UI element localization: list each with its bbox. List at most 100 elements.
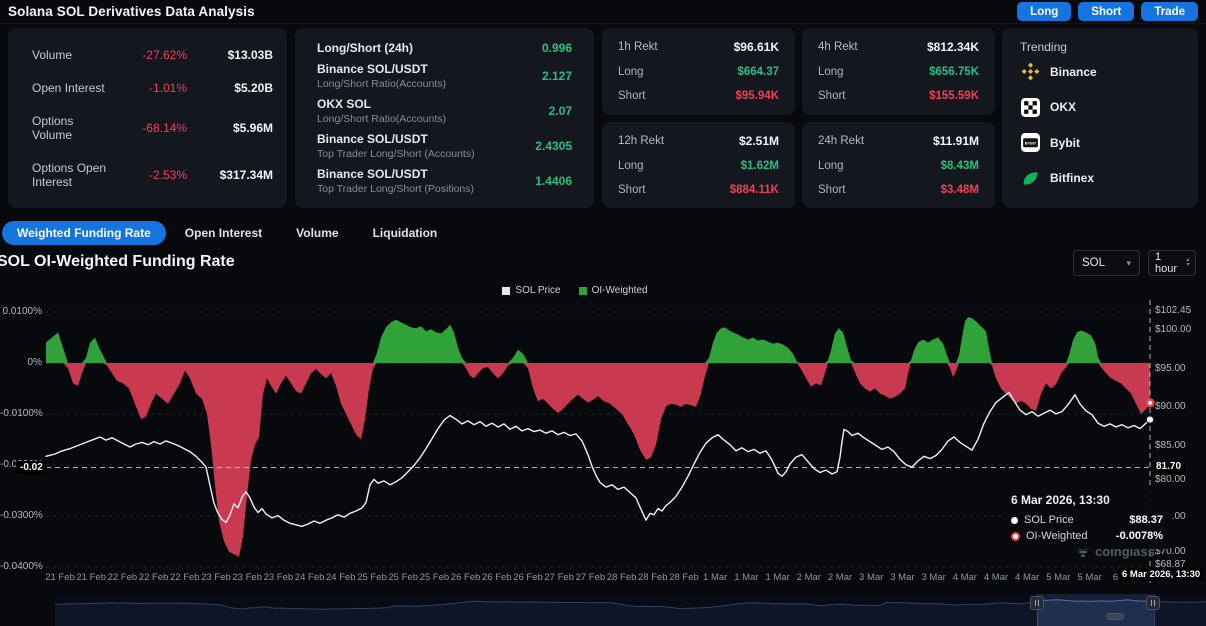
tab-weighted-funding-rate[interactable]: Weighted Funding Rate [2, 221, 166, 245]
stats-row: Volume-27.62%$13.03B [32, 48, 273, 62]
rekt-short-label: Short [818, 184, 941, 196]
rekt-short-value: $95.94K [736, 90, 779, 102]
legend-item-sol-price[interactable]: SOL Price [502, 285, 560, 296]
long-short-value: 0.996 [542, 41, 572, 55]
x-axis-tick: 28 Feb [638, 572, 668, 583]
x-axis-tick: 2 Mar [797, 572, 821, 583]
rekt-label: 12h Rekt [618, 135, 739, 147]
sol-price-last-point [1146, 416, 1153, 423]
trending-item-bitfinex[interactable]: Bitfinex [1020, 168, 1180, 188]
svg-text:BYBIT: BYBIT [1024, 142, 1036, 146]
right-axis-tick: $95.00 [1155, 363, 1186, 374]
long-short-title: Binance SOL/USDT [317, 132, 535, 146]
tooltip-row: OI-Weighted-0.0078% [1011, 530, 1163, 542]
long-button[interactable]: Long [1017, 2, 1071, 21]
interval-select[interactable]: 1 hour ▴▾ [1148, 250, 1196, 276]
tooltip-marker-icon [1011, 532, 1020, 541]
header-actions: Long Short Trade [1017, 2, 1198, 21]
long-short-subtitle: Top Trader Long/Short (Positions) [317, 183, 535, 195]
long-short-title: OKX SOL [317, 97, 549, 111]
spinner-up-down-icon: ▴▾ [1186, 258, 1189, 268]
x-axis-tick: 5 Mar [1077, 572, 1101, 583]
crosshair-left-badge: -0.02 [16, 461, 47, 474]
rekt-short-row: Short$155.59K [818, 90, 979, 102]
rekt-long-value: $1.62M [741, 160, 779, 172]
rekt-label: 1h Rekt [618, 41, 734, 53]
rekt-long-value: $8.43M [941, 160, 979, 172]
tab-liquidation[interactable]: Liquidation [358, 221, 453, 245]
x-axis-tick: 24 Feb [295, 572, 325, 583]
tooltip-series-name: OI-Weighted [1026, 530, 1116, 542]
rekt-label: 4h Rekt [818, 41, 927, 53]
chart-title: SOL OI-Weighted Funding Rate [0, 253, 235, 271]
rekt-long-label: Long [618, 160, 741, 172]
trending-item-binance[interactable]: Binance [1020, 62, 1180, 82]
rekt-long-value: $656.75K [929, 66, 979, 78]
tooltip-time: 6 Mar 2026, 13:30 [1011, 493, 1163, 507]
rekt-short-value: $884.11K [730, 184, 779, 196]
rekt-short-row: Short$884.11K [618, 184, 779, 196]
stats-row: Open Interest-1.01%$5.20B [32, 81, 273, 95]
rekt-header-row: 1h Rekt$96.61K [618, 40, 779, 54]
trending-item-okx[interactable]: OKX [1020, 97, 1180, 117]
x-axis-tick: 23 Feb [201, 572, 231, 583]
rekt-card: 1h Rekt$96.61KLong$664.37Short$95.94K [602, 28, 795, 115]
x-axis-tick: 28 Feb [607, 572, 637, 583]
tooltip-series-value: -0.0078% [1116, 530, 1163, 542]
x-axis-tick: 23 Feb [264, 572, 294, 583]
long-short-subtitle: Long/Short Ratio(Accounts) [317, 113, 549, 125]
long-short-title: Binance SOL/USDT [317, 62, 542, 76]
trending-card: Trending BinanceOKXBYBITBybitBitfinex [1002, 28, 1198, 208]
tooltip-marker-icon [1011, 517, 1018, 524]
x-axis-tick: 21 Feb [45, 572, 75, 583]
bitfinex-logo-icon [1020, 168, 1040, 188]
symbol-select-value: SOL [1082, 257, 1105, 269]
rekt-total: $96.61K [734, 40, 779, 54]
x-axis-tick: 4 Mar [1015, 572, 1039, 583]
x-axis-tick: 25 Feb [420, 572, 450, 583]
navigator-handle-left[interactable] [1030, 596, 1044, 610]
okx-logo-icon [1020, 97, 1040, 117]
x-axis-tick: 21 Feb [76, 572, 106, 583]
symbol-select[interactable]: SOL ▾ [1073, 250, 1140, 276]
rekt-card: 4h Rekt$812.34KLong$656.75KShort$155.59K [802, 28, 995, 115]
stat-value: $5.96M [187, 121, 273, 135]
tooltip-series-name: SOL Price [1024, 514, 1129, 526]
long-short-label: Long/Short (24h) [317, 41, 542, 55]
right-axis-tick: $100.00 [1155, 324, 1191, 335]
stat-label: Options Volume [32, 114, 115, 142]
tooltip-series-value: $88.37 [1129, 514, 1163, 526]
trending-item-label: Bitfinex [1050, 171, 1094, 185]
x-axis-tick: 4 Mar [953, 572, 977, 583]
short-button[interactable]: Short [1078, 2, 1134, 21]
left-axis-tick: -0.0400% [0, 561, 42, 572]
rekt-short-row: Short$95.94K [618, 90, 779, 102]
x-axis-tick: 27 Feb [544, 572, 574, 583]
long-short-value: 2.07 [549, 104, 572, 118]
x-axis-tick: 22 Feb [108, 572, 138, 583]
tab-open-interest[interactable]: Open Interest [170, 221, 277, 245]
chart-tooltip: 6 Mar 2026, 13:30 SOL Price$88.37 OI-Weig… [1002, 486, 1172, 549]
rekt-total: $11.91M [933, 134, 979, 148]
x-axis-tick: 22 Feb [170, 572, 200, 583]
long-short-row: Binance SOL/USDT Long/Short Ratio(Account… [317, 62, 572, 90]
x-axis-tick: 23 Feb [232, 572, 262, 583]
binance-logo-icon [1020, 62, 1040, 82]
x-axis-tick: 28 Feb [669, 572, 699, 583]
x-axis-tick: 3 Mar [921, 572, 945, 583]
long-short-subtitle: Top Trader Long/Short (Accounts) [317, 148, 535, 160]
x-axis-tick: 2 Mar [828, 572, 852, 583]
chart-tabs: Weighted Funding RateOpen InterestVolume… [2, 221, 452, 245]
navigator-scrollbar-thumb[interactable] [1106, 613, 1124, 620]
navigator-handle-right[interactable] [1146, 596, 1160, 610]
trending-item-bybit[interactable]: BYBITBybit [1020, 133, 1180, 153]
tab-volume[interactable]: Volume [281, 221, 353, 245]
navigator-selection[interactable] [1037, 594, 1155, 626]
stat-value: $13.03B [187, 48, 273, 62]
trade-button[interactable]: Trade [1141, 2, 1198, 21]
rekt-long-label: Long [618, 66, 737, 78]
legend-item-oi-weighted[interactable]: OI-Weighted [579, 285, 648, 296]
legend-label: OI-Weighted [592, 285, 648, 296]
long-short-label: Binance SOL/USDTTop Trader Long/Short (P… [317, 167, 535, 195]
long-short-subtitle: Long/Short Ratio(Accounts) [317, 78, 542, 90]
